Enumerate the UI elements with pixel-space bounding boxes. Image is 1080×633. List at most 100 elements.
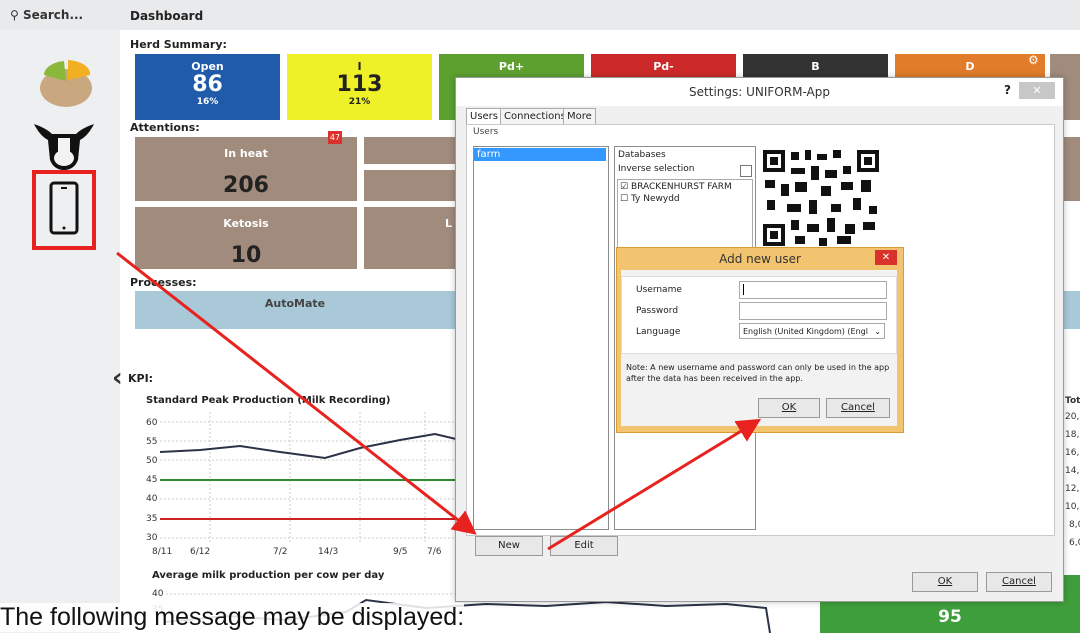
y-tick: 45	[146, 475, 158, 485]
x-tick: 6/12	[190, 547, 211, 557]
tab-users[interactable]: Users	[466, 108, 503, 125]
tile-label: D	[965, 60, 975, 73]
edit-user-button[interactable]: Edit	[550, 536, 618, 556]
ok-button[interactable]: OK	[758, 398, 820, 418]
y-tick: 40	[152, 589, 164, 599]
y-tick: 55	[146, 437, 158, 447]
mobile-phone-icon[interactable]	[48, 180, 80, 236]
list-item[interactable]: farm	[474, 148, 606, 161]
tile-i[interactable]: I 113 21%	[287, 54, 432, 120]
card-label: L	[444, 217, 452, 230]
database-name: BRACKENHURST FARM	[630, 182, 732, 192]
page-title: Dashboard	[130, 9, 204, 23]
card-value: 95	[938, 607, 962, 627]
tile-value: 86	[192, 72, 223, 97]
title-bar: Settings: UNIFORM-App ? ✕	[456, 78, 1063, 106]
ok-button[interactable]: OK	[912, 572, 978, 592]
attention-card-in-heat[interactable]: In heat 206	[135, 137, 357, 201]
card-value: 206	[223, 173, 269, 198]
attentions-title: Attentions:	[130, 121, 200, 134]
right-tick: 10,0	[1065, 502, 1080, 512]
tab-more[interactable]: More	[563, 108, 596, 125]
right-tick: 20,0	[1065, 412, 1080, 422]
card-value: 10	[230, 243, 262, 268]
pie-chart-icon[interactable]	[38, 55, 94, 107]
peak-production-chart	[160, 412, 456, 542]
card-label: In heat	[224, 147, 268, 160]
y-tick: 35	[146, 514, 158, 524]
database-item[interactable]: ☐ Ty Newydd	[620, 194, 680, 204]
help-button[interactable]: ?	[1004, 83, 1011, 97]
note-text: Note: A new username and password can on…	[626, 363, 890, 383]
y-tick: 40	[146, 494, 158, 504]
language-select[interactable]: English (United Kingdom) (Engl ⌄	[739, 323, 885, 339]
search-box[interactable]: ⚲ Search...	[10, 8, 83, 22]
gear-icon[interactable]: ⚙	[1028, 53, 1039, 67]
new-user-button[interactable]: New	[475, 536, 543, 556]
close-button[interactable]: ✕	[875, 250, 897, 265]
language-label: Language	[636, 327, 681, 337]
search-placeholder: Search...	[22, 8, 84, 22]
tile-label: Pd-	[653, 60, 674, 73]
x-tick: 14/3	[318, 547, 339, 557]
window-title: Settings: UNIFORM-App	[689, 85, 830, 99]
x-tick: 8/11	[152, 547, 173, 557]
herd-summary-title: Herd Summary:	[130, 38, 227, 51]
collapse-chevron-icon[interactable]: ‹	[112, 363, 123, 393]
language-value: English (United Kingdom) (Engl	[743, 327, 868, 336]
attention-card-partial[interactable]	[1062, 137, 1080, 201]
cow-icon[interactable]	[28, 118, 100, 172]
checkbox-empty-icon[interactable]: ☐	[620, 194, 628, 204]
caption-text: The following message may be displayed:	[0, 603, 465, 632]
right-tick: 8,0	[1069, 520, 1080, 530]
x-tick: 7/2	[273, 547, 288, 557]
process-partial[interactable]	[1062, 291, 1080, 329]
notification-badge: 47	[328, 131, 342, 144]
tile-percent: 16%	[196, 97, 219, 107]
database-name: Ty Newydd	[630, 194, 680, 204]
databases-label: Databases	[618, 150, 666, 160]
tab-connections[interactable]: Connections	[500, 108, 570, 125]
card-label: Ketosis	[223, 217, 269, 230]
right-tick: 16,0	[1065, 448, 1080, 458]
automate-label: AutoMate	[264, 297, 326, 310]
kpi-green-card[interactable]: 95 )	[820, 582, 1080, 633]
attention-card-partial[interactable]	[364, 170, 456, 201]
dialog-title: Add new user	[719, 252, 801, 266]
qr-code-icon	[761, 148, 881, 248]
x-tick: 7/6	[427, 547, 442, 557]
attention-card-partial[interactable]	[364, 137, 456, 164]
x-tick: 9/5	[393, 547, 408, 557]
cancel-button[interactable]: Cancel	[986, 572, 1052, 592]
checkbox-checked-icon[interactable]: ☑	[620, 182, 628, 192]
dialog-body: Username Password Language English (Unit…	[621, 270, 897, 426]
group-label: Users	[473, 127, 499, 137]
add-user-dialog: Add new user ✕ Username Password Languag…	[616, 247, 904, 433]
inverse-selection-checkbox[interactable]	[740, 165, 752, 177]
tile-value: 113	[336, 72, 383, 97]
chart-title: Average milk production per cow per day	[152, 570, 385, 581]
right-tick: 12,0	[1065, 484, 1080, 494]
right-tick: 6,0	[1069, 538, 1080, 548]
tile-label: Pd+	[498, 60, 525, 73]
cancel-button[interactable]: Cancel	[826, 398, 890, 418]
right-axis-title: Tot	[1065, 396, 1080, 406]
kpi-title: KPI:	[128, 372, 154, 385]
tile-percent: 21%	[348, 97, 371, 107]
tile-label: B	[811, 60, 820, 73]
y-tick: 30	[146, 533, 158, 543]
username-field[interactable]	[739, 281, 887, 299]
attention-card-ketosis[interactable]: Ketosis 10	[135, 207, 357, 269]
inverse-selection-label: Inverse selection	[618, 164, 695, 174]
attention-card-partial[interactable]: L	[364, 207, 456, 269]
close-button[interactable]: ✕	[1019, 82, 1055, 99]
production-series	[160, 432, 456, 460]
users-list[interactable]: farm	[473, 146, 609, 530]
right-tick: 14,0	[1065, 466, 1080, 476]
chart-title: Standard Peak Production (Milk Recording…	[146, 395, 391, 406]
database-item[interactable]: ☑ BRACKENHURST FARM	[620, 182, 732, 192]
automate-button[interactable]: AutoMate	[135, 291, 455, 329]
password-field[interactable]	[739, 302, 887, 320]
search-icon: ⚲	[10, 8, 19, 22]
tile-open[interactable]: Open 86 16%	[135, 54, 280, 120]
